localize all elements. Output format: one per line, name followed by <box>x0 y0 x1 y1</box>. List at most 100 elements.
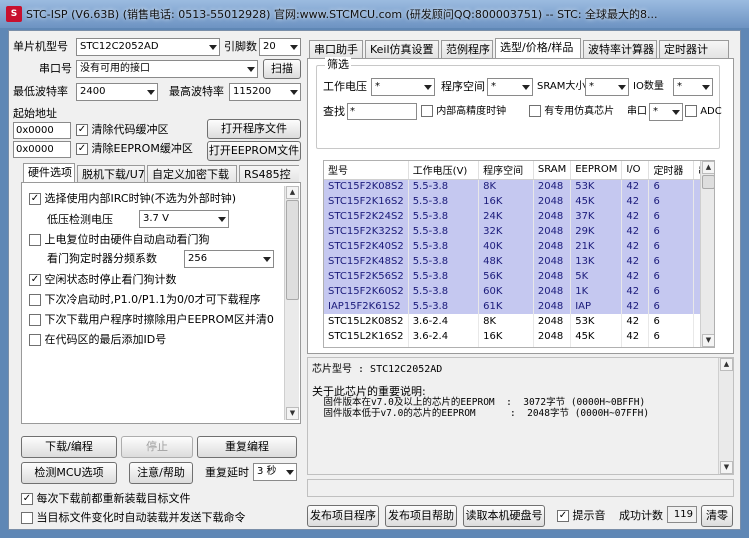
column-header-flash[interactable]: 程序空间 <box>478 161 534 180</box>
search-input[interactable]: * <box>347 103 417 120</box>
sram-select[interactable]: * <box>585 78 629 96</box>
table-row[interactable]: STC15F2K24S2 5.5-3.8 24K 2048 37K 42 6 <box>324 209 714 224</box>
program-space-select[interactable]: * <box>487 78 533 96</box>
pin-count-select[interactable]: 20 <box>259 38 301 56</box>
publish-help-button[interactable]: 发布项目帮助 <box>385 505 457 527</box>
table-row[interactable]: STC15F2K48S2 5.5-3.8 48K 2048 13K 42 6 <box>324 254 714 269</box>
repeat-delay-select[interactable]: 3 秒 <box>253 463 297 481</box>
open-eeprom-file-button[interactable]: 打开EEPROM文件 <box>207 141 301 161</box>
irc-clock-checkbox[interactable]: ✓ <box>29 193 41 205</box>
table-row[interactable]: STC15L2K08S2 3.6-2.4 8K 2048 53K 42 6 <box>324 314 714 329</box>
serial-port-select[interactable]: * <box>649 103 683 121</box>
wdt-div-select[interactable]: 256 <box>184 250 274 268</box>
detect-mcu-button[interactable]: 检测MCU选项 <box>21 462 117 484</box>
lvd-select[interactable]: 3.7 V <box>139 210 229 228</box>
eeprom-start-addr-input[interactable]: 0x0000 <box>13 141 71 158</box>
table-cell-sram: 2048 <box>533 194 572 209</box>
adc-option[interactable]: ADC <box>685 104 722 120</box>
chip-info-scrollbar[interactable]: ▲ ▼ <box>718 358 733 474</box>
sram-value: * <box>589 81 594 92</box>
min-baud-select[interactable]: 2400 <box>76 83 158 101</box>
read-disk-id-button[interactable]: 读取本机硬盘号 <box>463 505 545 527</box>
column-header-io[interactable]: I/O <box>621 161 650 180</box>
wdt-idle-option[interactable]: ✓ 空闲状态时停止看门狗计数 <box>29 272 177 288</box>
emulation-checkbox[interactable] <box>529 105 541 117</box>
voltage-filter-select[interactable]: * <box>371 78 435 96</box>
port-select[interactable]: 没有可用的接口 <box>76 60 258 78</box>
code-start-addr-input[interactable]: 0x0000 <box>13 122 71 139</box>
model-table-scrollbar[interactable]: ▲ ▼ <box>700 161 714 347</box>
auto-load-checkbox[interactable] <box>21 512 33 524</box>
tab-example-programs[interactable]: 范例程序 <box>441 40 493 59</box>
scroll-down-icon[interactable]: ▼ <box>286 407 299 420</box>
erase-eeprom-checkbox[interactable] <box>29 314 41 326</box>
auto-load-option[interactable]: 当目标文件变化时自动装载并发送下载命令 <box>21 510 246 526</box>
io-select[interactable]: * <box>673 78 713 96</box>
scroll-up-icon[interactable]: ▲ <box>702 161 714 174</box>
hp-clock-checkbox[interactable] <box>421 105 433 117</box>
mcu-type-select[interactable]: STC12C2052AD <box>76 38 220 56</box>
clear-eeprom-option[interactable]: ✓ 清除EEPROM缓冲区 <box>76 141 193 157</box>
table-cell-timer: 6 <box>648 269 695 284</box>
tab-offline-download[interactable]: 脱机下载/U7 <box>77 165 145 183</box>
column-header-timer[interactable]: 定时器 <box>648 161 695 180</box>
table-row[interactable]: STC15F2K60S2 5.5-3.8 60K 2048 1K 42 6 <box>324 284 714 299</box>
scroll-up-icon[interactable]: ▲ <box>720 358 733 371</box>
help-button[interactable]: 注意/帮助 <box>129 462 193 484</box>
table-row[interactable]: STC15L2K24S23.6-2.424K204837K426 <box>324 344 714 347</box>
wdt-start-option[interactable]: 上电复位时由硬件自动启动看门狗 <box>29 232 210 248</box>
table-row[interactable]: STC15L2K16S2 3.6-2.4 16K 2048 45K 42 6 <box>324 329 714 344</box>
download-program-button[interactable]: 下载/编程 <box>21 436 117 458</box>
irc-clock-option[interactable]: ✓ 选择使用内部IRC时钟(不选为外部时钟) <box>29 191 236 207</box>
reload-checkbox[interactable]: ✓ <box>21 493 33 505</box>
clear-count-button[interactable]: 清零 <box>701 505 733 527</box>
wdt-idle-checkbox[interactable]: ✓ <box>29 274 41 286</box>
table-row[interactable]: STC15F2K56S2 5.5-3.8 56K 2048 5K 42 6 <box>324 269 714 284</box>
hp-clock-option[interactable]: 内部高精度时钟 <box>421 104 506 120</box>
add-id-option[interactable]: 在代码区的最后添加ID号 <box>29 332 166 348</box>
table-row[interactable]: IAP15F2K61S2 5.5-3.8 61K 2048 IAP 42 6 <box>324 299 714 314</box>
tab-rs485[interactable]: RS485控 <box>239 165 299 183</box>
reprogram-button[interactable]: 重复编程 <box>197 436 297 458</box>
tab-hardware-options[interactable]: 硬件选项 <box>23 163 75 183</box>
scroll-down-icon[interactable]: ▼ <box>720 461 733 474</box>
publish-project-button[interactable]: 发布项目程序 <box>307 505 379 527</box>
pin-count-label: 引脚数 <box>224 40 257 53</box>
hint-sound-checkbox[interactable]: ✓ <box>557 510 569 522</box>
clear-code-checkbox[interactable]: ✓ <box>76 124 88 136</box>
table-row[interactable]: STC15F2K16S2 5.5-3.8 16K 2048 45K 42 6 <box>324 194 714 209</box>
scrollbar-thumb[interactable] <box>702 175 714 189</box>
scan-button[interactable]: 扫描 <box>263 59 301 79</box>
add-id-checkbox[interactable] <box>29 334 41 346</box>
cold-boot-option[interactable]: 下次冷启动时,P1.0/P1.1为0/0才可下载程序 <box>29 292 261 308</box>
tab-custom-encrypt[interactable]: 自定义加密下载 <box>147 165 237 183</box>
clear-code-option[interactable]: ✓ 清除代码缓冲区 <box>76 122 169 138</box>
tab-timer-calculator[interactable]: 定时器计 <box>659 40 729 59</box>
open-program-file-button[interactable]: 打开程序文件 <box>207 119 301 139</box>
table-row[interactable]: STC15F2K40S2 5.5-3.8 40K 2048 21K 42 6 <box>324 239 714 254</box>
tab-keil-emulation[interactable]: Keil仿真设置 <box>365 40 439 59</box>
erase-eeprom-option[interactable]: 下次下载用户程序时擦除用户EEPROM区并清0 <box>29 312 274 328</box>
table-row[interactable]: STC15F2K08S2 5.5-3.8 8K 2048 53K 42 6 <box>324 179 714 194</box>
clear-eeprom-checkbox[interactable]: ✓ <box>76 143 88 155</box>
reload-option[interactable]: ✓ 每次下载前都重新装载目标文件 <box>21 491 191 507</box>
emulation-option[interactable]: 有专用仿真芯片 <box>529 104 614 120</box>
column-header-model[interactable]: 型号 <box>324 161 409 180</box>
stop-button[interactable]: 停止 <box>121 436 193 458</box>
min-baud-label: 最低波特率 <box>13 85 68 98</box>
max-baud-select[interactable]: 115200 <box>229 83 301 101</box>
hardware-options-scrollbar[interactable]: ▲ ▼ <box>284 186 299 420</box>
table-row[interactable]: STC15F2K32S2 5.5-3.8 32K 2048 29K 42 6 <box>324 224 714 239</box>
column-header-eeprom[interactable]: EEPROM <box>570 161 623 180</box>
column-header-voltage[interactable]: 工作电压(V) <box>408 161 480 180</box>
scroll-up-icon[interactable]: ▲ <box>286 186 299 199</box>
cold-boot-checkbox[interactable] <box>29 294 41 306</box>
scroll-down-icon[interactable]: ▼ <box>702 334 714 347</box>
tab-baud-calculator[interactable]: 波特率计算器 <box>583 40 657 59</box>
adc-checkbox[interactable] <box>685 105 697 117</box>
column-header-sram[interactable]: SRAM <box>533 161 572 180</box>
tab-selection-price[interactable]: 选型/价格/样品 <box>495 38 581 59</box>
hint-sound-option[interactable]: ✓ 提示音 <box>557 508 606 524</box>
scrollbar-thumb[interactable] <box>286 200 299 300</box>
wdt-start-checkbox[interactable] <box>29 234 41 246</box>
